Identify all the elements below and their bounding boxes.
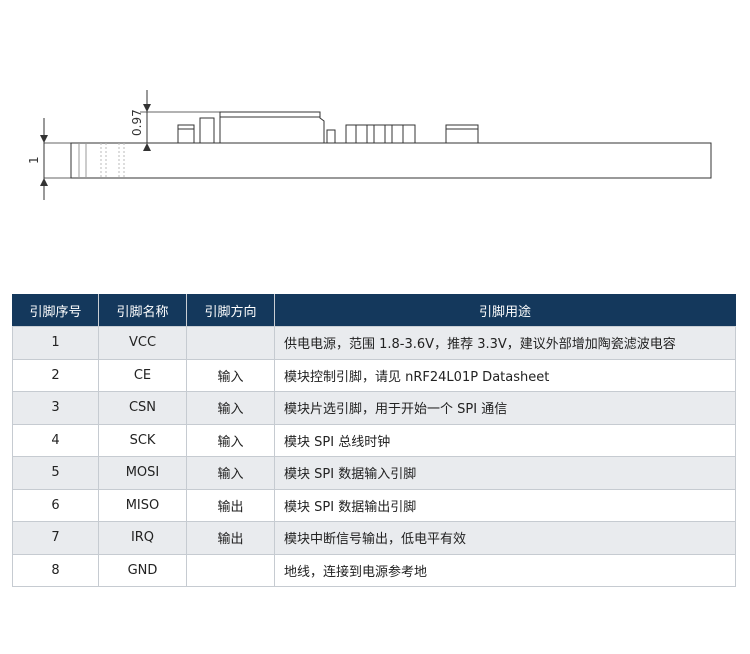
pin-direction: 输出 <box>186 521 275 555</box>
pin-name: CE <box>98 358 187 392</box>
pin-definition-table: 引脚序号 引脚名称 引脚方向 引脚用途 1 VCC 供电电源，范围 1.8-3.… <box>12 294 736 587</box>
dimension-top-label: 0.97 <box>130 109 144 136</box>
pin-direction: 输出 <box>186 488 275 522</box>
pin-number: 7 <box>12 521 99 555</box>
pin-name: SCK <box>98 423 187 457</box>
table-row: 2 CE 输入 模块控制引脚，请见 nRF24L01P Datasheet <box>12 358 736 392</box>
table-header-row: 引脚序号 引脚名称 引脚方向 引脚用途 <box>12 294 736 327</box>
table-row: 6 MISO 输出 模块 SPI 数据输出引脚 <box>12 488 736 522</box>
component-cap <box>326 129 336 144</box>
header-pin-usage: 引脚用途 <box>274 294 736 327</box>
pin-number: 8 <box>12 553 99 587</box>
pin-number: 1 <box>12 326 99 360</box>
pin-direction <box>186 553 275 587</box>
pin-number: 6 <box>12 488 99 522</box>
header-pin-direction: 引脚方向 <box>186 294 275 327</box>
component-small <box>177 124 195 144</box>
table-row: 5 MOSI 输入 模块 SPI 数据输入引脚 <box>12 456 736 490</box>
header-pin-number: 引脚序号 <box>12 294 99 327</box>
pin-usage: 模块 SPI 数据输出引脚 <box>274 488 736 522</box>
pin-usage: 模块 SPI 总线时钟 <box>274 423 736 457</box>
table-row: 3 CSN 输入 模块片选引脚，用于开始一个 SPI 通信 <box>12 391 736 425</box>
pin-direction <box>186 326 275 360</box>
pin-usage: 供电电源，范围 1.8-3.6V，推荐 3.3V，建议外部增加陶瓷滤波电容 <box>274 326 736 360</box>
pin-direction: 输入 <box>186 358 275 392</box>
pin-name: CSN <box>98 391 187 425</box>
pin-usage: 模块控制引脚，请见 nRF24L01P Datasheet <box>274 358 736 392</box>
pin-usage: 地线，连接到电源参考地 <box>274 553 736 587</box>
pcb-board <box>70 142 712 179</box>
pin-number: 3 <box>12 391 99 425</box>
pin-name: VCC <box>98 326 187 360</box>
pin-direction: 输入 <box>186 423 275 457</box>
pin-name: GND <box>98 553 187 587</box>
pin-usage: 模块中断信号输出，低电平有效 <box>274 521 736 555</box>
table-row: 4 SCK 输入 模块 SPI 总线时钟 <box>12 423 736 457</box>
pin-number: 5 <box>12 456 99 490</box>
header-pin-name: 引脚名称 <box>98 294 187 327</box>
table-row: 8 GND 地线，连接到电源参考地 <box>12 553 736 587</box>
pin-name: MISO <box>98 488 187 522</box>
pin-usage: 模块 SPI 数据输入引脚 <box>274 456 736 490</box>
pin-name: IRQ <box>98 521 187 555</box>
pin-usage: 模块片选引脚，用于开始一个 SPI 通信 <box>274 391 736 425</box>
module-side-view-drawing: 0.97 1 <box>27 90 712 200</box>
pin-name: MOSI <box>98 456 187 490</box>
component-crystal <box>199 117 215 144</box>
pin-number: 4 <box>12 423 99 457</box>
pin-direction: 输入 <box>186 391 275 425</box>
pin-number: 2 <box>12 358 99 392</box>
component-right <box>445 124 479 144</box>
pin-direction: 输入 <box>186 456 275 490</box>
dimension-side-label: 1 <box>27 156 41 164</box>
table-row: 7 IRQ 输出 模块中断信号输出，低电平有效 <box>12 521 736 555</box>
table-row: 1 VCC 供电电源，范围 1.8-3.6V，推荐 3.3V，建议外部增加陶瓷滤… <box>12 326 736 360</box>
